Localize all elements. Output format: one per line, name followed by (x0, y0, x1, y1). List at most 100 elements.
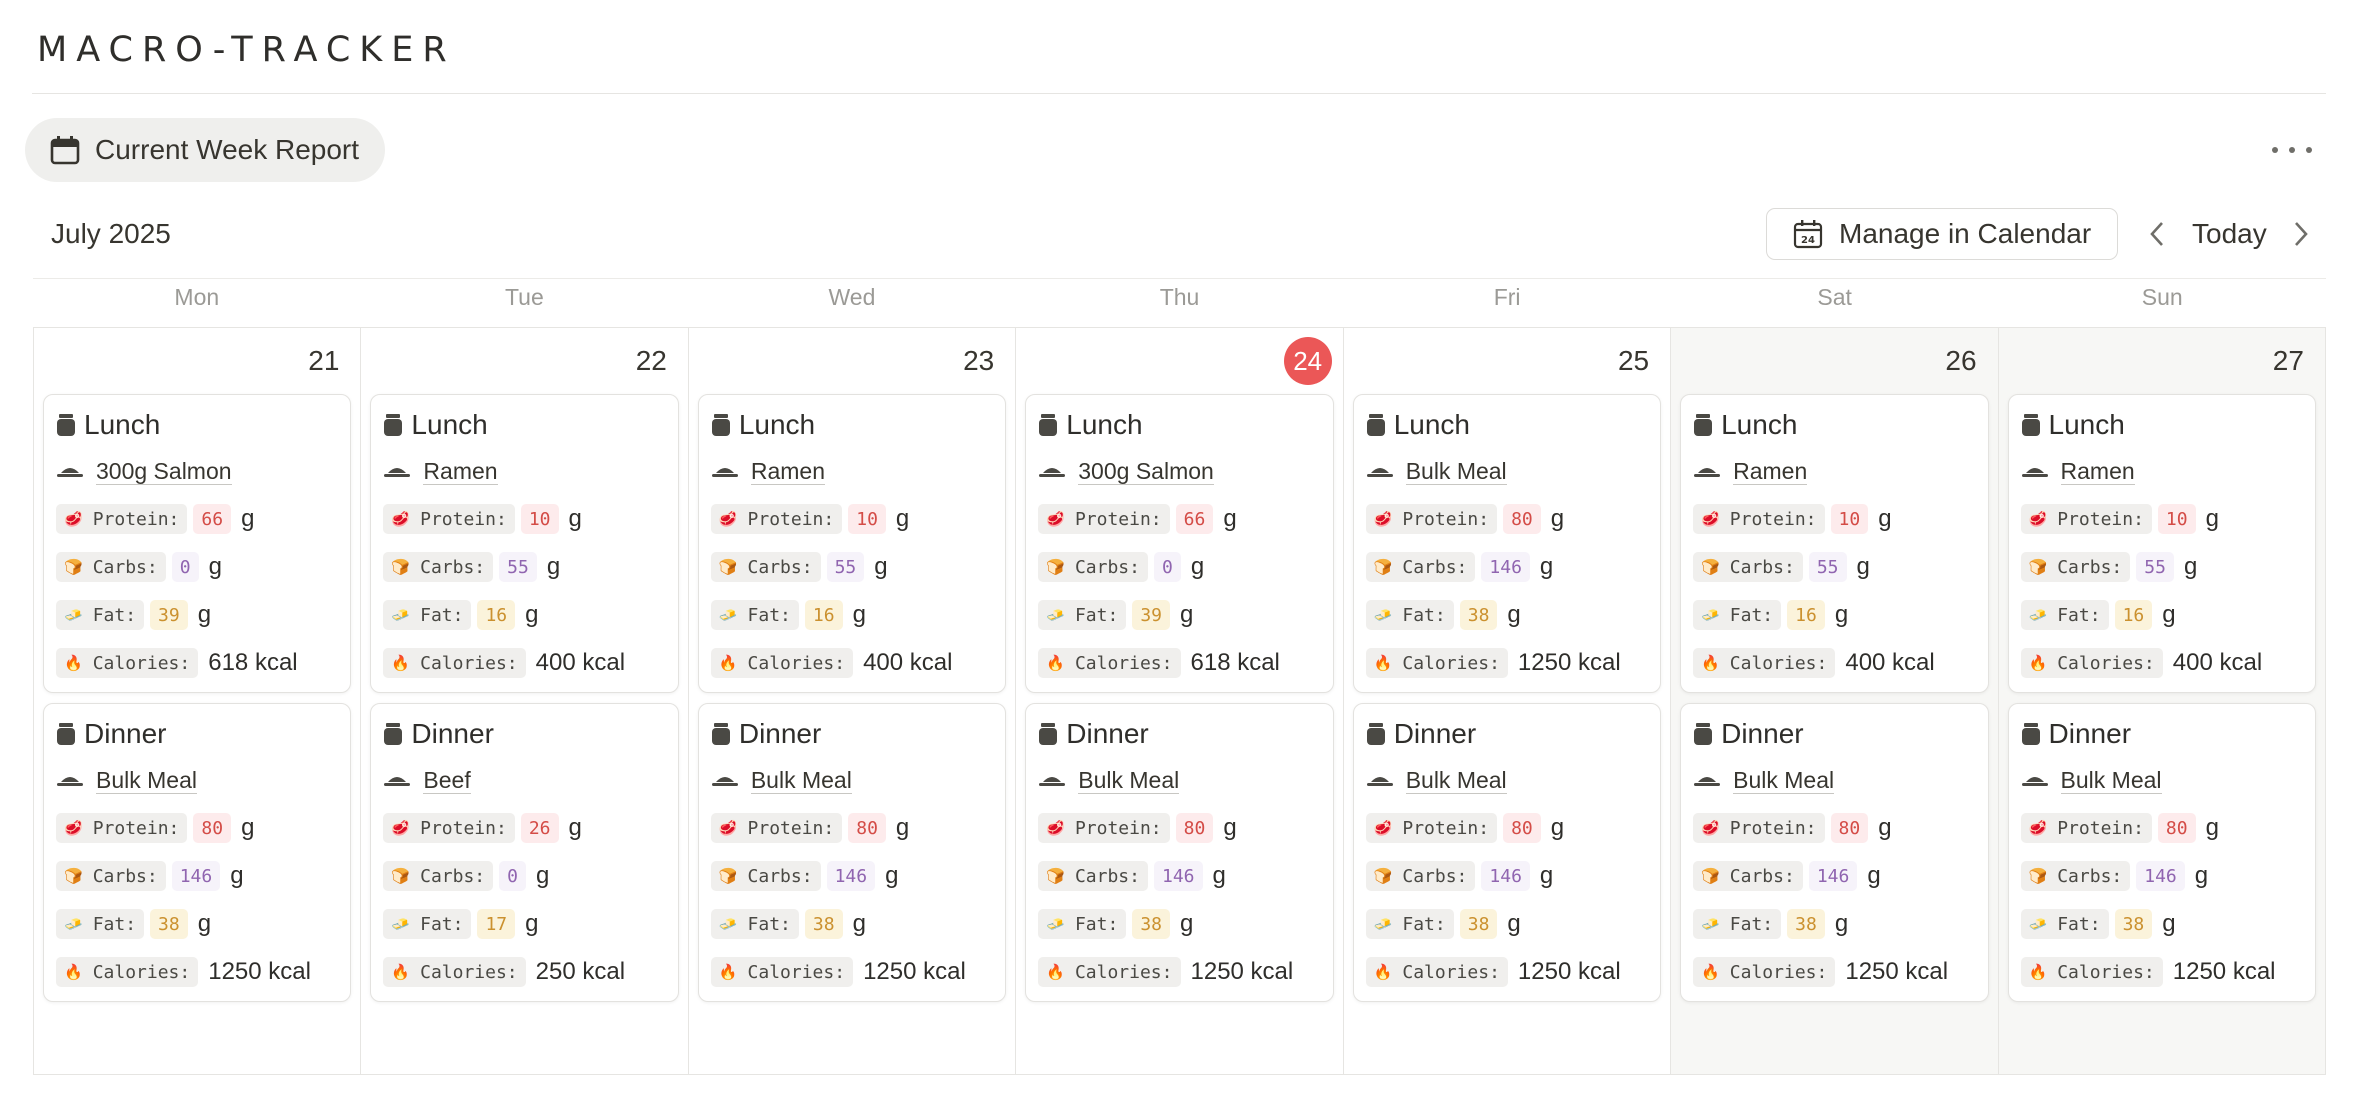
jar-icon (2021, 414, 2040, 436)
calories-row: 🔥 Calories: 1250 kcal (710, 948, 993, 996)
meal-card-lunch[interactable]: Lunch Bulk Meal 🥩 Protein: 80 g 🍞 Carbs: 14… (1352, 394, 1662, 693)
calories-row: 🔥 Calories: 400 kcal (2020, 639, 2303, 687)
calendar-grid: 21 Lunch 300g Salmon 🥩 Protein: 66 g 🍞 Carb… (33, 327, 2326, 1075)
today-button[interactable]: Today (2192, 218, 2267, 250)
calories-value: 1250 kcal (1845, 958, 1949, 985)
fire-icon: 🔥 (64, 962, 83, 981)
carbs-label: 🍞 Carbs: (1693, 552, 1803, 582)
meal-card-lunch[interactable]: Lunch Ramen 🥩 Protein: 10 g 🍞 Carbs: 55 g 🧈 F… (370, 394, 679, 693)
fat-row: 🧈 Fat: 38 g (1693, 900, 1975, 948)
meal-name: Dinner (2048, 718, 2132, 749)
bread-icon: 🍞 (1046, 866, 1065, 885)
calories-row: 🔥 Calories: 250 kcal (383, 948, 665, 996)
protein-label: 🥩 Protein: (710, 504, 843, 534)
food-link[interactable]: Ramen (2060, 458, 2135, 485)
food-link[interactable]: Bulk Meal (1405, 458, 1507, 485)
meal-card-lunch[interactable]: Lunch Ramen 🥩 Protein: 10 g 🍞 Carbs: 55 g 🧈 F… (697, 394, 1007, 693)
meal-name: Lunch (84, 409, 161, 440)
meal-card-dinner[interactable]: Dinner Bulk Meal 🥩 Protein: 80 g 🍞 Carbs: 1… (1352, 703, 1662, 1002)
carbs-value: 55 (2136, 552, 2174, 582)
fat-value: 38 (1459, 600, 1498, 630)
fat-row: 🧈 Fat: 17 g (383, 900, 665, 948)
jar-icon (384, 723, 403, 745)
carbs-value: 146 (826, 861, 876, 891)
carbs-value: 55 (826, 552, 865, 582)
meal-card-dinner[interactable]: Dinner Beef 🥩 Protein: 26 g 🍞 Carbs: 0g 🧈 Fa… (370, 703, 679, 1002)
meat-icon: 🥩 (1701, 818, 1720, 837)
protein-label: 🥩 Protein: (383, 504, 515, 534)
food-link[interactable]: Bulk Meal (1405, 767, 1507, 794)
fat-value: 16 (804, 600, 843, 630)
carbs-label: 🍞 Carbs: (56, 552, 166, 582)
day-cell-wed[interactable]: 23 Lunch Ramen 🥩 Protein: 10 g 🍞 Carbs: 55 g… (689, 328, 1017, 1074)
calories-value: 1250 kcal (1190, 958, 1294, 985)
day-cell-thu[interactable]: 24 Lunch 300g Salmon 🥩 Protein: 66 g 🍞 Carb… (1016, 328, 1344, 1074)
meat-icon: 🥩 (1046, 509, 1065, 528)
weekday-label: Sat (1817, 284, 1852, 310)
meal-card-lunch[interactable]: Lunch Ramen 🥩 Protein: 10 g 🍞 Carbs: 55 g 🧈 F… (2007, 394, 2316, 693)
day-cell-sun[interactable]: 27 Lunch Ramen 🥩 Protein: 10 g 🍞 Carbs: 55 g… (1998, 328, 2325, 1074)
protein-label: 🥩 Protein: (2020, 504, 2152, 534)
meal-card-dinner[interactable]: Dinner Bulk Meal 🥩 Protein: 80 g 🍞 Carbs: 1… (1025, 703, 1334, 1002)
protein-label: 🥩 Protein: (1365, 504, 1498, 534)
carbs-row: 🍞 Carbs: 55 g (710, 543, 993, 591)
day-cell-fri[interactable]: 25 Lunch Bulk Meal 🥩 Protein: 80 g 🍞 Carbs:… (1344, 328, 1672, 1074)
meal-card-dinner[interactable]: Dinner Bulk Meal 🥩 Protein: 80 g 🍞 Carbs: 1… (697, 703, 1007, 1002)
food-link[interactable]: Ramen (423, 458, 498, 485)
carbs-row: 🍞 Carbs: 146 g (1365, 852, 1648, 900)
calories-row: 🔥 Calories: 400 kcal (383, 639, 665, 687)
food-link[interactable]: Bulk Meal (96, 767, 197, 794)
carbs-row: 🍞 Carbs: 55 g (1693, 543, 1975, 591)
carbs-label: 🍞 Carbs: (2020, 552, 2131, 582)
carbs-value: 55 (1808, 552, 1847, 582)
calories-row: 🔥 Calories: 618 kcal (1038, 639, 1320, 687)
ellipsis-icon[interactable] (2272, 138, 2312, 162)
food-link[interactable]: Beef (423, 767, 471, 794)
day-cell-sat[interactable]: 26 Lunch Ramen 🥩 Protein: 10 g 🍞 Carbs: 55 g… (1671, 328, 1999, 1074)
fat-row: 🧈 Fat: 38 g (1365, 591, 1648, 639)
meal-card-dinner[interactable]: Dinner Bulk Meal 🥩 Protein: 80 g 🍞 Carbs: 1… (43, 703, 352, 1002)
calories-row: 🔥 Calories: 1250 kcal (1365, 948, 1648, 996)
day-number: 22 (635, 345, 667, 376)
calories-label: 🔥 Calories: (56, 648, 199, 678)
meal-card-lunch[interactable]: Lunch 300g Salmon 🥩 Protein: 66 g 🍞 Carbs: … (43, 394, 352, 693)
meal-name: Lunch (2048, 409, 2125, 440)
view-tab-current-week-report[interactable]: Current Week Report (25, 118, 385, 182)
jar-icon (1366, 414, 1385, 436)
bread-icon: 🍞 (1701, 557, 1720, 576)
food-link[interactable]: Bulk Meal (1078, 767, 1180, 794)
meal-name: Dinner (738, 718, 822, 749)
protein-value: 10 (848, 504, 886, 534)
protein-row: 🥩 Protein: 10 g (710, 495, 993, 543)
calories-label: 🔥 Calories: (710, 648, 854, 678)
meal-card-lunch[interactable]: Lunch Ramen 🥩 Protein: 10 g 🍞 Carbs: 55 g 🧈 F… (1680, 394, 1989, 693)
plate-icon (384, 777, 411, 786)
jar-icon (1366, 723, 1385, 745)
fire-icon: 🔥 (1373, 962, 1393, 981)
carbs-label: 🍞 Carbs: (1693, 861, 1803, 891)
day-cell-tue[interactable]: 22 Lunch Ramen 🥩 Protein: 10 g 🍞 Carbs: 55 g… (361, 328, 689, 1074)
carbs-label: 🍞 Carbs: (710, 552, 821, 582)
carbs-label: 🍞 Carbs: (2020, 861, 2131, 891)
carbs-label: 🍞 Carbs: (56, 861, 166, 891)
food-link[interactable]: Bulk Meal (750, 767, 852, 794)
meal-card-lunch[interactable]: Lunch 300g Salmon 🥩 Protein: 66 g 🍞 Carbs: … (1025, 394, 1334, 693)
carbs-value: 0 (171, 552, 199, 582)
food-link[interactable]: Ramen (1733, 458, 1808, 485)
chevron-right-icon[interactable] (2286, 218, 2316, 250)
food-link[interactable]: Bulk Meal (2060, 767, 2162, 794)
meal-card-dinner[interactable]: Dinner Bulk Meal 🥩 Protein: 80 g 🍞 Carbs: 1… (2007, 703, 2316, 1002)
manage-in-calendar-button[interactable]: 24 Manage in Calendar (1766, 208, 2118, 260)
meal-card-dinner[interactable]: Dinner Bulk Meal 🥩 Protein: 80 g 🍞 Carbs: 1… (1680, 703, 1989, 1002)
butter-icon: 🧈 (64, 914, 83, 933)
food-link[interactable]: Ramen (750, 458, 825, 485)
chevron-left-icon[interactable] (2142, 218, 2172, 250)
jar-icon (57, 414, 75, 436)
meal-name: Dinner (1721, 718, 1804, 749)
food-link[interactable]: 300g Salmon (1078, 458, 1214, 485)
fat-label: 🧈 Fat: (710, 600, 799, 630)
food-link[interactable]: 300g Salmon (96, 458, 232, 485)
meat-icon: 🥩 (391, 509, 411, 528)
food-link[interactable]: Bulk Meal (1733, 767, 1835, 794)
day-cell-mon[interactable]: 21 Lunch 300g Salmon 🥩 Protein: 66 g 🍞 Carb… (34, 328, 362, 1074)
